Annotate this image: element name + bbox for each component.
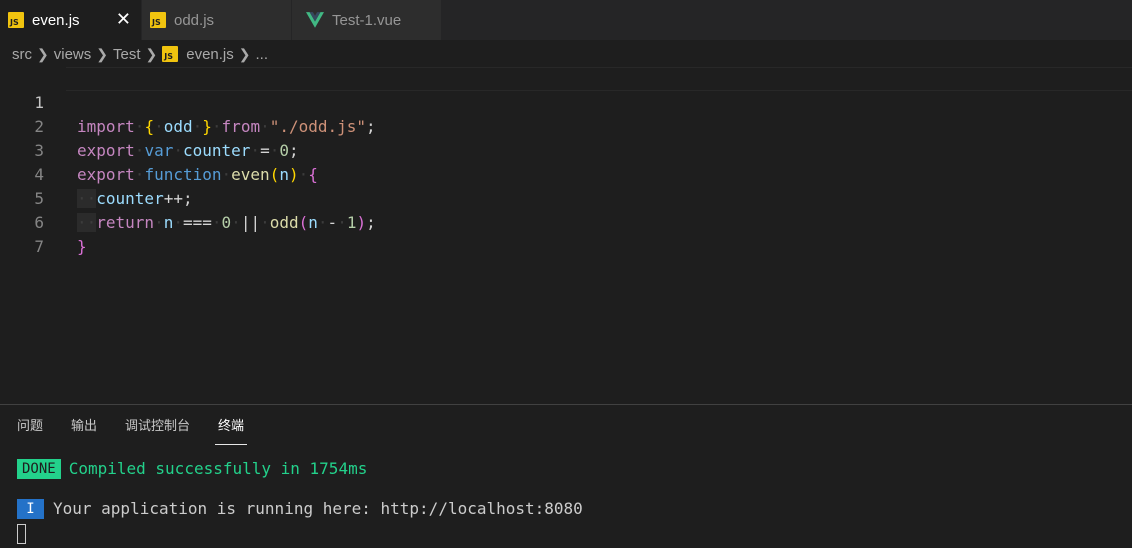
close-icon[interactable]: ✕ bbox=[116, 11, 131, 29]
tab-label: even.js bbox=[32, 11, 80, 29]
breadcrumb-symbols[interactable]: ... bbox=[256, 46, 269, 63]
breadcrumb-src[interactable]: src bbox=[12, 46, 32, 63]
done-badge: DONE bbox=[17, 459, 61, 479]
tab-test-1-vue[interactable]: Test-1.vue bbox=[292, 0, 442, 40]
tab-odd-js[interactable]: JS odd.js bbox=[142, 0, 292, 40]
vue-file-icon bbox=[306, 12, 324, 28]
code-line-6[interactable]: 6 } bbox=[0, 187, 1132, 256]
js-file-icon: JS bbox=[162, 46, 179, 62]
tab-even-js[interactable]: JS even.js ✕ bbox=[0, 0, 142, 40]
code-line-2[interactable]: 2 export·var·counter·=·0; bbox=[0, 91, 1132, 160]
breadcrumb-even-js[interactable]: even.js bbox=[186, 46, 234, 63]
code-line-4[interactable]: 4 ··counter++; bbox=[0, 139, 1132, 208]
code-text: } bbox=[77, 237, 87, 256]
code-line-1[interactable]: 1 import·{·odd·}·from·"./odd.js"; bbox=[0, 67, 1132, 136]
terminal-line-running: I Your application is running here: http… bbox=[17, 497, 583, 521]
code-editor[interactable]: 1 import·{·odd·}·from·"./odd.js"; 2 expo… bbox=[0, 67, 1132, 404]
chevron-right-icon: ❯ bbox=[238, 45, 251, 62]
terminal-line-compiled: DONE Compiled successfully in 1754ms bbox=[17, 457, 583, 481]
chevron-right-icon: ❯ bbox=[145, 45, 158, 62]
terminal-prompt-line[interactable] bbox=[17, 521, 583, 545]
terminal-cursor bbox=[17, 523, 26, 544]
info-badge: I bbox=[17, 499, 44, 519]
running-message: Your application is running here: http:/… bbox=[53, 499, 583, 518]
breadcrumb: src ❯ views ❯ Test ❯ JS even.js ❯ ... bbox=[0, 40, 1132, 68]
panel-tab-bar: 问题 输出 调试控制台 终端 bbox=[0, 405, 1132, 445]
vscode-window: JS even.js ✕ JS odd.js Test-1.vue src ❯ … bbox=[0, 0, 1132, 548]
chevron-right-icon: ❯ bbox=[96, 45, 108, 62]
breadcrumb-test[interactable]: Test bbox=[113, 46, 141, 63]
line-number: 7 bbox=[34, 237, 44, 256]
tab-label: Test-1.vue bbox=[332, 11, 402, 29]
editor-tab-bar: JS even.js ✕ JS odd.js Test-1.vue bbox=[0, 0, 1132, 40]
code-line-5[interactable]: 5 ··return·n·===·0·||·odd(n·-·1); bbox=[0, 163, 1132, 232]
code-line-3[interactable]: 3 export·function·even(n)·{ bbox=[0, 115, 1132, 184]
tab-terminal[interactable]: 终端 bbox=[215, 405, 248, 445]
code-line-7[interactable]: 7 bbox=[0, 211, 1132, 256]
js-file-icon: JS bbox=[150, 12, 166, 28]
bottom-panel: 问题 输出 调试控制台 终端 DONE Compiled successfull… bbox=[0, 404, 1132, 548]
tab-label: odd.js bbox=[174, 11, 215, 29]
chevron-right-icon: ❯ bbox=[37, 45, 49, 62]
tab-debug-console[interactable]: 调试控制台 bbox=[125, 405, 190, 445]
tab-output[interactable]: 输出 bbox=[71, 405, 97, 445]
js-file-icon: JS bbox=[8, 12, 24, 28]
terminal[interactable]: DONE Compiled successfully in 1754ms I Y… bbox=[17, 457, 583, 545]
tab-problems[interactable]: 问题 bbox=[17, 405, 43, 445]
compiled-message: Compiled successfully in 1754ms bbox=[68, 459, 368, 478]
breadcrumb-views[interactable]: views bbox=[54, 46, 92, 63]
